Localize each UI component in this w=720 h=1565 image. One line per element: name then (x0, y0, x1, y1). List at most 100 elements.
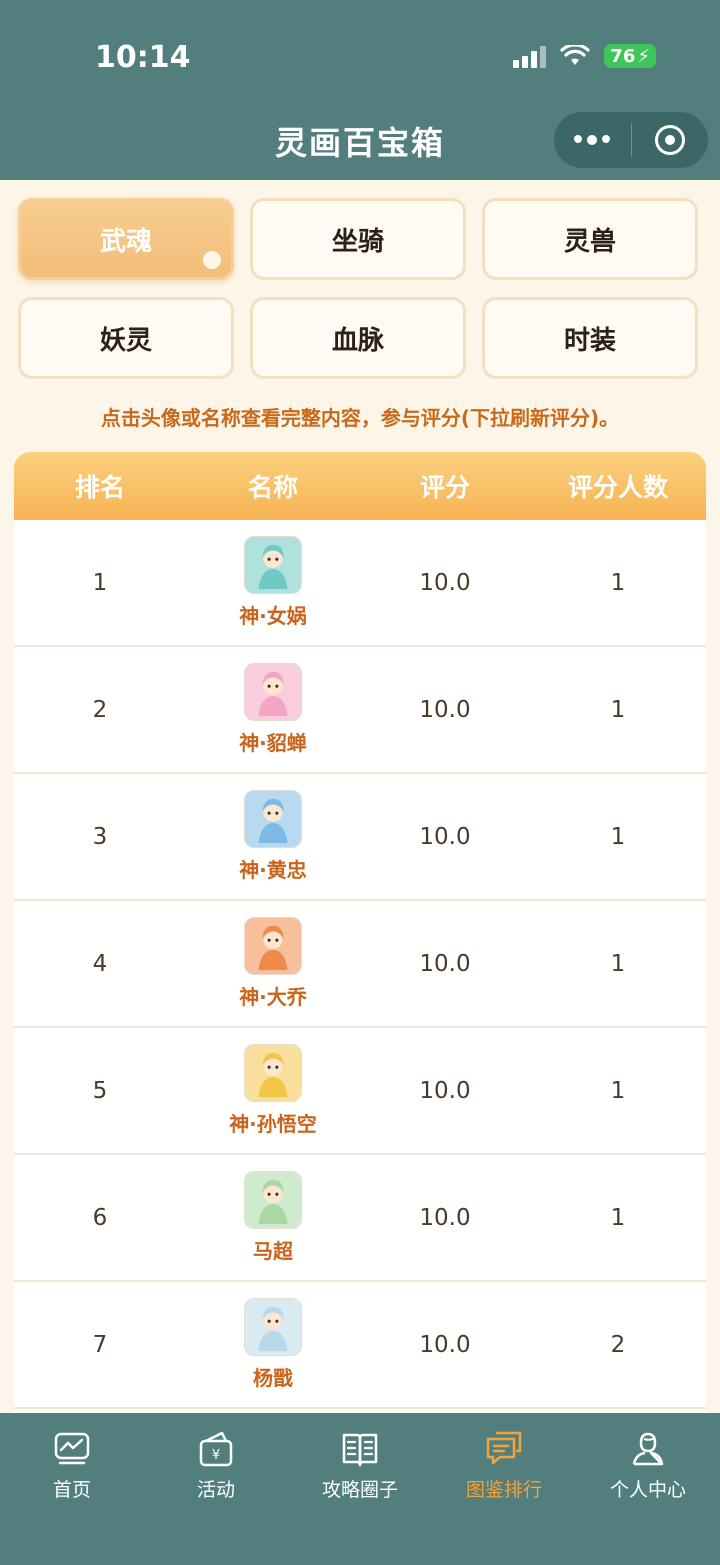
name-cell: 杨戬 (186, 1298, 360, 1391)
character-portrait-icon (245, 664, 301, 720)
name-cell: 马超 (186, 1171, 360, 1264)
category-label: 坐骑 (331, 226, 384, 257)
app-header: 10:14 76 ⚡ 灵画百宝箱 (0, 0, 720, 180)
score-cell: 10.0 (419, 1204, 471, 1231)
character-avatar[interactable] (244, 1044, 302, 1102)
user-icon (632, 1432, 664, 1466)
tab-label: 图鉴排行 (465, 1479, 542, 1501)
count-cell: 1 (610, 1204, 626, 1231)
tab-label: 活动 (196, 1479, 235, 1501)
battery-indicator: 76 ⚡ (604, 44, 656, 68)
category-label: 血脉 (331, 325, 384, 356)
character-name-link[interactable]: 神·黄忠 (239, 854, 307, 883)
character-name-link[interactable]: 神·貂蝉 (239, 727, 307, 756)
character-portrait-icon (245, 918, 301, 974)
tab-profile[interactable]: 个人中心 (576, 1413, 720, 1565)
header-rank: 排名 (74, 473, 125, 502)
count-cell: 1 (610, 950, 626, 977)
signal-icon (513, 44, 547, 68)
more-button[interactable] (554, 112, 631, 168)
count-cell: 1 (610, 823, 626, 850)
header-count[interactable]: 评分人数 (530, 468, 706, 504)
count-cell: 1 (610, 1077, 626, 1104)
tab-guide[interactable]: 攻略圈子 (288, 1413, 432, 1565)
score-cell: 10.0 (419, 1331, 471, 1358)
character-avatar[interactable] (244, 1171, 302, 1229)
header-score: 评分 (419, 473, 470, 502)
character-avatar[interactable] (244, 536, 302, 594)
close-miniprogram-button[interactable] (632, 112, 709, 168)
rank-cell: 1 (92, 569, 108, 596)
character-avatar[interactable] (244, 663, 302, 721)
category-label: 武魂 (99, 226, 152, 257)
table-row: 5 神·孙悟空 10.0 1 (14, 1028, 706, 1155)
category-zuoqi[interactable]: 坐骑 (250, 198, 466, 280)
mini-program-capsule (554, 112, 708, 168)
count-cell: 1 (610, 696, 626, 723)
table-row: 3 神·黄忠 10.0 1 (14, 774, 706, 901)
battery-level: 76 (610, 45, 636, 67)
tab-ranking[interactable]: 图鉴排行 (432, 1413, 576, 1565)
tab-activity[interactable]: ¥ 活动 (144, 1413, 288, 1565)
tab-label: 个人中心 (609, 1479, 686, 1501)
rank-cell: 7 (92, 1331, 108, 1358)
score-cell: 10.0 (419, 569, 471, 596)
character-name-link[interactable]: 杨戬 (253, 1362, 293, 1391)
character-portrait-icon (245, 1172, 301, 1228)
active-dot-icon (203, 251, 221, 269)
rank-cell: 3 (92, 823, 108, 850)
more-dots-icon (574, 135, 611, 145)
character-portrait-icon (245, 1299, 301, 1355)
name-cell: 神·女娲 (186, 536, 360, 629)
bottom-tab-bar: 首页 ¥ 活动 攻略圈子 图鉴排行 个人中心 (0, 1413, 720, 1565)
category-xuemai[interactable]: 血脉 (250, 297, 466, 379)
tab-label: 攻略圈子 (321, 1479, 398, 1501)
category-label: 妖灵 (99, 325, 152, 356)
table-row: 7 杨戬 10.0 2 (14, 1282, 706, 1409)
rank-cell: 2 (92, 696, 108, 723)
character-name-link[interactable]: 马超 (253, 1235, 293, 1264)
character-name-link[interactable]: 神·女娲 (239, 600, 307, 629)
category-wuhun[interactable]: 武魂 (18, 198, 234, 280)
wallet-icon: ¥ (199, 1431, 233, 1467)
name-cell: 神·黄忠 (186, 790, 360, 883)
score-cell: 10.0 (419, 950, 471, 977)
score-cell: 10.0 (419, 696, 471, 723)
name-cell: 神·貂蝉 (186, 663, 360, 756)
character-portrait-icon (245, 537, 301, 593)
table-row: 1 神·女娲 10.0 1 (14, 520, 706, 647)
table-body: 1 神·女娲 10.0 1 2 神·貂蝉 10.0 1 3 神·黄忠 10.0 … (14, 520, 706, 1409)
character-avatar[interactable] (244, 790, 302, 848)
category-shizhuang[interactable]: 时装 (482, 297, 698, 379)
character-avatar[interactable] (244, 917, 302, 975)
rank-cell: 5 (92, 1077, 108, 1104)
status-icons: 76 ⚡ (513, 44, 656, 68)
svg-text:¥: ¥ (212, 1448, 220, 1463)
name-cell: 神·大乔 (186, 917, 360, 1010)
table-row: 6 马超 10.0 1 (14, 1155, 706, 1282)
count-cell: 1 (610, 569, 626, 596)
character-portrait-icon (245, 791, 301, 847)
character-avatar[interactable] (244, 1298, 302, 1356)
table-row: 2 神·貂蝉 10.0 1 (14, 647, 706, 774)
character-portrait-icon (245, 1045, 301, 1101)
category-label: 灵兽 (563, 226, 616, 257)
name-cell: 神·孙悟空 (186, 1044, 360, 1137)
score-cell: 10.0 (419, 1077, 471, 1104)
category-yaoling[interactable]: 妖灵 (18, 297, 234, 379)
rank-cell: 4 (92, 950, 108, 977)
character-name-link[interactable]: 神·孙悟空 (229, 1108, 317, 1137)
wifi-icon (560, 45, 590, 65)
book-icon (342, 1433, 378, 1467)
tab-home[interactable]: 首页 (0, 1413, 144, 1565)
character-name-link[interactable]: 神·大乔 (239, 981, 307, 1010)
ranking-table[interactable]: 排名 名称 评分 评分人数 1 神·女娲 10.0 1 2 神·貂蝉 10.0 … (14, 452, 706, 1414)
table-row: 4 神·大乔 10.0 1 (14, 901, 706, 1028)
score-cell: 10.0 (419, 823, 471, 850)
category-label: 时装 (563, 325, 616, 356)
tab-label: 首页 (52, 1479, 91, 1501)
category-lingshou[interactable]: 灵兽 (482, 198, 698, 280)
instruction-hint: 点击头像或名称查看完整内容，参与评分(下拉刷新评分)。 (100, 406, 620, 430)
header-name: 名称 (247, 473, 298, 502)
charging-icon: ⚡ (637, 45, 650, 67)
